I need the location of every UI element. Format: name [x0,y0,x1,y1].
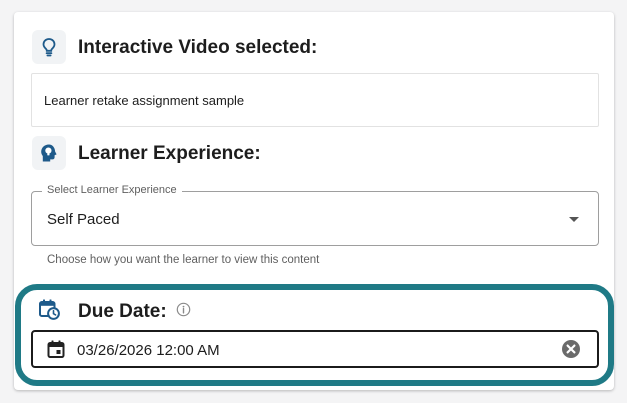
experience-section-title: Learner Experience: [78,143,261,164]
chevron-down-icon[interactable] [569,217,579,222]
due-date-field[interactable]: 03/26/2026 12:00 AM [31,330,599,368]
calendar-icon[interactable] [46,339,66,359]
content-title-box: Learner retake assignment sample [31,73,599,127]
learner-experience-select-label: Select Learner Experience [42,184,182,196]
info-icon[interactable] [176,302,191,317]
form-card: Interactive Video selected: Learner reta… [14,12,614,390]
due-date-section-title: Due Date: [78,301,167,322]
clear-icon[interactable] [561,339,581,359]
learner-experience-helper-text: Choose how you want the learner to view … [47,254,320,266]
learner-experience-select[interactable]: Select Learner Experience Self Paced [31,184,599,246]
due-date-value: 03/26/2026 12:00 AM [77,342,220,359]
learner-experience-selected-value: Self Paced [47,211,120,228]
calendar-clock-icon [38,298,60,320]
lightbulb-icon [32,30,66,64]
head-lightbulb-icon [32,136,66,170]
content-section-title: Interactive Video selected: [78,37,318,58]
content-item-title: Learner retake assignment sample [44,92,245,108]
